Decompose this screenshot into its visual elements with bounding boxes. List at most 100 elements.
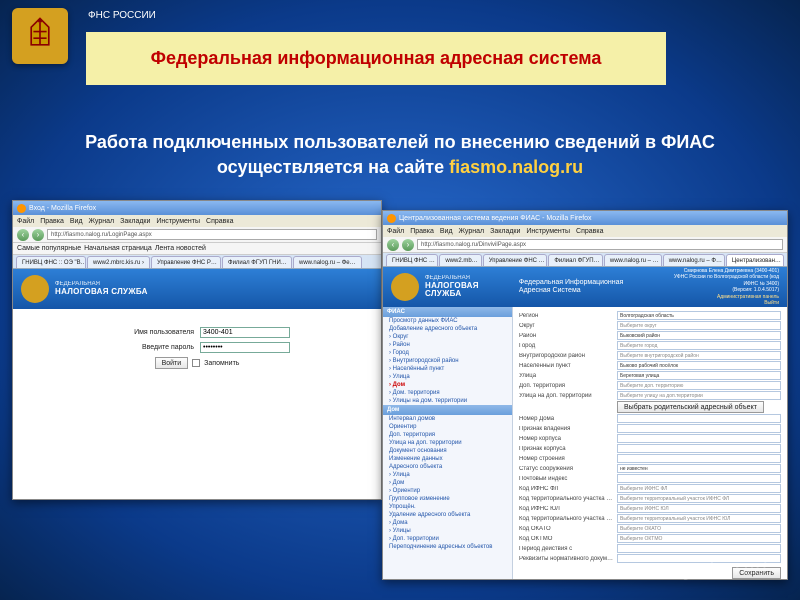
login-button[interactable]: Войти [155,357,189,369]
field-input[interactable]: Выберите улицу на доп.территории [617,391,781,400]
field-input[interactable]: Выберите ОКТМО [617,534,781,543]
sidebar-item[interactable]: Интервал домов [383,415,512,423]
sidebar-item[interactable]: › Доп. территории [383,535,512,543]
sidebar-item[interactable]: › Улица [383,373,512,381]
field-input[interactable]: Береговая улица [617,371,781,380]
field-input[interactable]: Выберите внутригородской район [617,351,781,360]
sidebar-item[interactable]: Изменение данных [383,455,512,463]
tab-item[interactable]: ГНИВЦ ФНС … [386,254,438,266]
field-input[interactable]: Выберите территориальный участок ИФНС ФЛ [617,494,781,503]
sidebar-item[interactable]: Ориентир [383,423,512,431]
sidebar-item[interactable]: Удаление адресного объекта [383,511,512,519]
field-label: Код ОКАТО [519,526,614,532]
menu-file[interactable]: Файл [17,218,34,225]
sidebar-item-active[interactable]: › Дом [383,381,512,389]
menu-help[interactable]: Справка [576,228,603,235]
sidebar-item[interactable]: Групповое изменение [383,495,512,503]
sidebar-item[interactable]: › Улица [383,471,512,479]
menubar[interactable]: Файл Правка Вид Журнал Закладки Инструме… [13,215,381,227]
sidebar-item[interactable]: › Улицы на дом. территории [383,397,512,405]
tab-item[interactable]: www2.mb… [439,254,481,266]
tab-item[interactable]: Управление ФНС Р… [151,256,221,268]
menu-tools[interactable]: Инструменты [156,218,200,225]
sidebar-item[interactable]: Упрощён. [383,503,512,511]
sidebar-item[interactable]: › Округ [383,333,512,341]
url-bar[interactable]: http://fiasmo.nalog.ru/LoginPage.aspx [47,229,377,240]
back-button[interactable]: ‹ [17,229,29,241]
tab-item[interactable]: www2.mbrc.kis.ru › [87,256,150,268]
menu-edit[interactable]: Правка [410,228,434,235]
sidebar-item[interactable]: › Улицы [383,527,512,535]
field-input[interactable]: Быково рабочий посёлок [617,361,781,370]
sidebar-item[interactable]: › Дома [383,519,512,527]
password-input[interactable] [200,342,290,353]
menu-edit[interactable]: Правка [40,218,64,225]
forward-button[interactable]: › [402,239,414,251]
tab-item[interactable]: www.nalog.ru – Фе… [293,256,362,268]
field-input[interactable] [617,434,781,443]
tab-item[interactable]: www.nalog.ru – … [604,254,662,266]
field-input[interactable]: Выберите округ [617,321,781,330]
bookmark-home[interactable]: Начальная страница [84,245,152,252]
field-input[interactable] [617,444,781,453]
sidebar-item[interactable]: Добавление адресного объекта [383,325,512,333]
field-input[interactable]: Волгоградская область [617,311,781,320]
sidebar-item[interactable]: › Дом [383,479,512,487]
sidebar-item[interactable]: Доп. территория [383,431,512,439]
field-input[interactable]: Быковский район [617,331,781,340]
url-bar[interactable]: http://fiasmo.nalog.ru/DinvivilPage.aspx [417,239,783,250]
back-button[interactable]: ‹ [387,239,399,251]
menu-history[interactable]: Журнал [89,218,115,225]
sidebar-item[interactable]: › Город [383,349,512,357]
window-titlebar[interactable]: Централизованная система ведения ФИАС - … [383,211,787,225]
sidebar-item[interactable]: › Ориентир [383,487,512,495]
menu-view[interactable]: Вид [440,228,453,235]
select-parent-button[interactable]: Выбрать родительский адресный объект [617,401,764,413]
remember-checkbox[interactable] [192,359,200,367]
field-input[interactable]: Выберите территориальный участок ИФНС ЮЛ [617,514,781,523]
field-input[interactable]: Выберите ИФНС ЮЛ [617,504,781,513]
tab-item[interactable]: ГНИВЦ ФНС :: ОЭ "В… [16,256,86,268]
menubar[interactable]: Файл Правка Вид Журнал Закладки Инструме… [383,225,787,237]
field-input[interactable] [617,424,781,433]
menu-view[interactable]: Вид [70,218,83,225]
menu-bookmarks[interactable]: Закладки [120,218,150,225]
menu-history[interactable]: Журнал [459,228,485,235]
menu-file[interactable]: Файл [387,228,404,235]
window-titlebar[interactable]: Вход - Mozilla Firefox [13,201,381,215]
field-input[interactable]: Выберите город [617,341,781,350]
menu-tools[interactable]: Инструменты [526,228,570,235]
sidebar-item[interactable]: Просмотр данных ФИАС [383,317,512,325]
sidebar-item[interactable]: Адресного объекта [383,463,512,471]
bookmark-popular[interactable]: Самые популярные [17,245,81,252]
field-input[interactable] [617,474,781,483]
remember-label: Запомнить [204,360,239,367]
sidebar-item[interactable]: › Район [383,341,512,349]
field-input[interactable] [617,414,781,423]
field-input[interactable]: не известен [617,464,781,473]
sidebar-item[interactable]: Улица на доп. территории [383,439,512,447]
field-input[interactable]: Выберите доп. территорию [617,381,781,390]
field-input[interactable]: Выберите ИФНС ФЛ [617,484,781,493]
bookmark-news[interactable]: Лента новостей [155,245,206,252]
forward-button[interactable]: › [32,229,44,241]
tab-item[interactable]: Филиал ФГУП… [548,254,603,266]
field-input[interactable] [617,454,781,463]
tab-item-active[interactable]: Централизован… [726,254,784,266]
tab-item[interactable]: www.nalog.ru – Ф… [663,254,725,266]
sidebar-item[interactable]: › Внутригородской район [383,357,512,365]
form-row: Выбрать родительский адресный объект [519,401,781,413]
tab-item[interactable]: Филиал ФГУП ГНИ… [222,256,292,268]
menu-bookmarks[interactable]: Закладки [490,228,520,235]
username-input[interactable] [200,327,290,338]
menu-help[interactable]: Справка [206,218,233,225]
sidebar-item[interactable]: › Населённый пункт [383,365,512,373]
sidebar-item[interactable]: Переподчинение адресных объектов [383,543,512,551]
title-banner: Федеральная информационная адресная сист… [86,32,666,85]
field-input[interactable] [617,544,781,553]
tab-item[interactable]: Управление ФНС … [483,254,548,266]
sidebar-item[interactable]: › Дом. территория [383,389,512,397]
sidebar-item[interactable]: Документ основания [383,447,512,455]
field-input[interactable]: Выберите ОКАТО [617,524,781,533]
logout-link[interactable]: Выйти [663,300,779,307]
